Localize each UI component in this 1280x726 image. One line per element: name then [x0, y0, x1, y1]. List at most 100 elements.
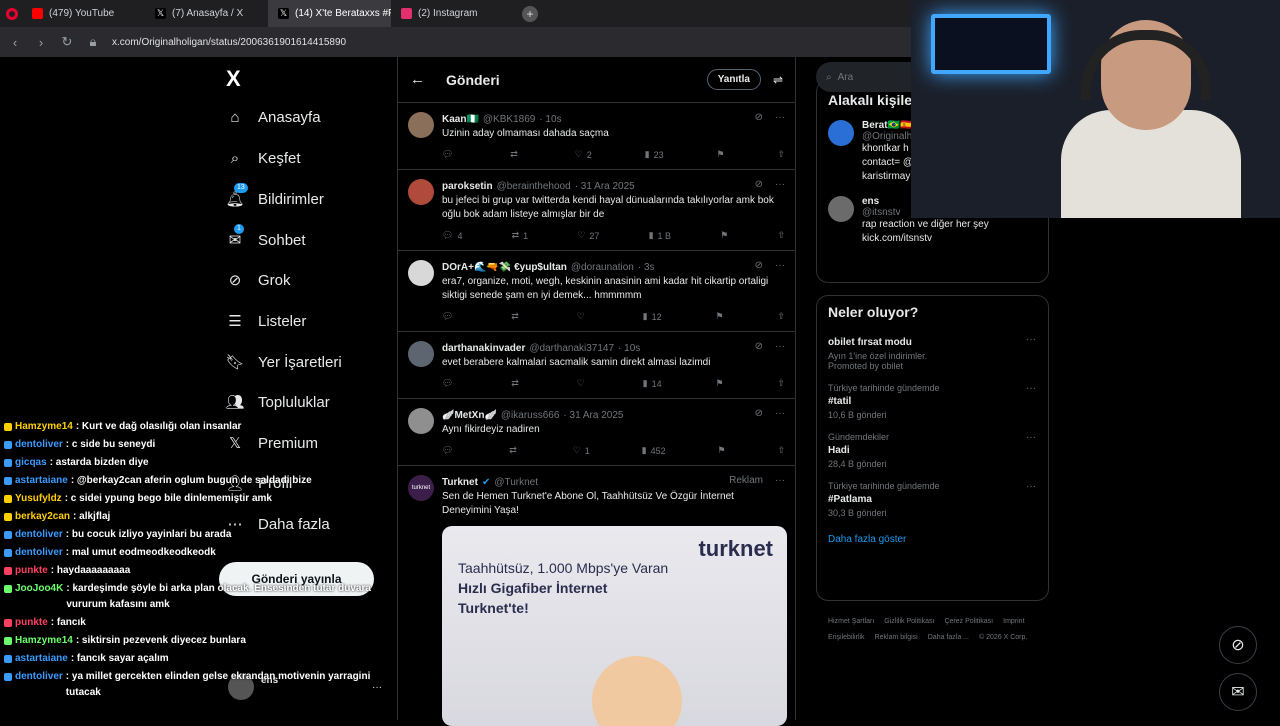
back-icon[interactable]: ‹ — [8, 35, 22, 50]
avatar[interactable] — [828, 120, 854, 146]
author-name[interactable]: Turknet — [442, 477, 478, 488]
reply-action[interactable]: 💬︎ 4 — [442, 230, 462, 241]
reply-tweet[interactable]: Kaan🇳🇬 @KBK1869 · 10s ⊘ ··· Uzinin aday olmam… — [398, 103, 795, 170]
views-action[interactable]: ▮ 12 — [643, 311, 662, 322]
bookmark-action[interactable]: ⚑ — [720, 230, 728, 241]
retweet-action[interactable]: ⇄ — [510, 149, 522, 160]
tab-x-status[interactable]: 𝕏(14) X'te Berataxxs #Free: — [268, 0, 391, 27]
footer-link[interactable]: Erişilebilirlik — [828, 630, 865, 646]
share-action[interactable]: ⇧ — [777, 230, 785, 241]
bookmark-action[interactable]: ⚑ — [715, 378, 723, 389]
retweet-action[interactable]: ⇄ — [511, 378, 523, 389]
author-name[interactable]: darthanakinvader — [442, 343, 525, 354]
views-action[interactable]: ▮ 1 B — [649, 230, 671, 241]
nav-item-3[interactable]: ✉ 1 Sohbet — [226, 224, 376, 249]
nav-item-4[interactable]: ⊘ Grok — [226, 271, 376, 290]
trend-item[interactable]: obilet fırsat modu Ayın 1'ine özel indir… — [817, 328, 1048, 377]
more-icon[interactable]: ··· — [775, 475, 785, 486]
tweet-time[interactable]: · 10s — [618, 343, 640, 354]
like-action[interactable]: ♡ — [577, 378, 589, 389]
ad-image[interactable]: turknet Taahhütsüz, 1.000 Mbps'ye Varan … — [442, 526, 787, 726]
avatar[interactable] — [828, 196, 854, 222]
footer-link[interactable]: Daha fazla ... — [928, 630, 969, 646]
author-name[interactable]: 🪽MetXn🪽 — [442, 410, 497, 421]
share-action[interactable]: ⇧ — [777, 378, 785, 389]
more-icon[interactable]: ··· — [1026, 432, 1036, 443]
author-handle[interactable]: @doraunation — [571, 262, 634, 273]
grok-icon[interactable]: ⊘ — [755, 260, 763, 271]
share-action[interactable]: ⇧ — [777, 149, 785, 160]
reply-action[interactable]: 💬︎ — [442, 311, 457, 322]
footer-link[interactable]: Hizmet Şartları — [828, 614, 874, 630]
grok-icon[interactable]: ⊘ — [755, 179, 763, 190]
nav-item-5[interactable]: ☰ Listeler — [226, 312, 376, 331]
reply-button[interactable]: Yanıtla — [706, 69, 761, 90]
tab-x-home[interactable]: 𝕏 (7) Anasayfa / X — [145, 0, 268, 27]
more-icon[interactable]: ··· — [1026, 481, 1036, 492]
author-name[interactable]: Kaan🇳🇬 — [442, 114, 479, 125]
reply-action[interactable]: 💬︎ — [442, 149, 457, 160]
tab-youtube[interactable]: (479) YouTube — [22, 0, 145, 27]
more-icon[interactable]: ··· — [775, 341, 785, 352]
x-logo-icon[interactable]: X — [226, 66, 241, 92]
ad-tweet[interactable]: turknet Turknet ✔ @Turknet Reklam ··· Sen d… — [398, 466, 795, 726]
more-icon[interactable]: ··· — [1026, 383, 1036, 394]
reply-tweet[interactable]: paroksetin @berainthehood · 31 Ara 2025 ⊘ ··… — [398, 170, 795, 251]
footer-link[interactable]: Çerez Politikası — [944, 614, 993, 630]
tweet-time[interactable]: · 3s — [638, 262, 655, 273]
avatar[interactable] — [408, 179, 434, 205]
trend-item[interactable]: Türkiye tarihinde gündemde #tatil 10,6 B… — [817, 377, 1048, 426]
footer-link[interactable]: Gizlilik Politikası — [884, 614, 934, 630]
bookmark-action[interactable]: ⚑ — [716, 149, 724, 160]
author-name[interactable]: paroksetin — [442, 181, 493, 192]
views-action[interactable]: ▮ 23 — [645, 149, 664, 160]
bookmark-action[interactable]: ⚑ — [715, 311, 723, 322]
grok-icon[interactable]: ⊘ — [755, 408, 763, 419]
reply-action[interactable]: 💬︎ — [442, 378, 457, 389]
retweet-action[interactable]: ⇄ — [509, 445, 521, 456]
avatar[interactable] — [408, 408, 434, 434]
opera-logo-icon[interactable] — [6, 7, 18, 20]
grok-icon[interactable]: ⊘ — [755, 112, 763, 123]
author-handle[interactable]: @Turknet — [494, 477, 538, 488]
show-more-link[interactable]: Daha fazla göster — [817, 524, 1048, 551]
sliders-icon[interactable]: ⇌ — [773, 73, 783, 87]
author-handle[interactable]: @darthanaki37147 — [529, 343, 614, 354]
more-icon[interactable]: ··· — [1026, 334, 1036, 345]
tweet-time[interactable]: · 10s — [539, 114, 561, 125]
grok-button[interactable]: ⊘ — [1219, 626, 1257, 664]
new-tab-button[interactable]: + — [522, 5, 538, 22]
reload-icon[interactable]: ↻ — [60, 34, 74, 50]
nav-item-1[interactable]: ⌕ Keşfet — [226, 149, 376, 167]
nav-item-7[interactable]: 👥︎ Topluluklar — [225, 393, 376, 412]
share-action[interactable]: ⇧ — [777, 445, 785, 456]
avatar[interactable] — [408, 341, 434, 367]
nav-item-6[interactable]: 🔖︎ Yer İşaretleri — [225, 353, 376, 372]
author-handle[interactable]: @berainthehood — [497, 181, 571, 192]
avatar[interactable] — [408, 260, 434, 286]
footer-link[interactable]: Reklam bilgisi — [875, 630, 918, 646]
reply-tweet[interactable]: 🪽MetXn🪽 @ikaruss666 · 31 Ara 2025 ⊘ ··· Aynı … — [398, 399, 795, 466]
avatar[interactable] — [408, 112, 434, 138]
views-action[interactable]: ▮ 14 — [643, 378, 662, 389]
person-name[interactable]: Berat🇧🇷🇪🇸 — [862, 120, 913, 131]
url-field[interactable]: x.com/Originalholigan/status/20063619016… — [112, 37, 346, 48]
forward-icon[interactable]: › — [34, 35, 48, 50]
tweet-time[interactable]: · 31 Ara 2025 — [563, 410, 623, 421]
author-handle[interactable]: @ikaruss666 — [501, 410, 560, 421]
views-action[interactable]: ▮ 452 — [642, 445, 666, 456]
back-arrow-icon[interactable]: ← — [410, 71, 434, 88]
more-icon[interactable]: ··· — [775, 260, 785, 271]
retweet-action[interactable]: ⇄ 1 — [512, 230, 529, 241]
author-name[interactable]: DOrA+🌊🔫💸 €yup$ultan — [442, 262, 567, 273]
like-action[interactable]: ♡ — [577, 311, 589, 322]
bookmark-action[interactable]: ⚑ — [718, 445, 726, 456]
share-action[interactable]: ⇧ — [777, 311, 785, 322]
retweet-action[interactable]: ⇄ — [511, 311, 523, 322]
footer-link[interactable]: © 2026 X Corp. — [979, 630, 1027, 646]
reply-action[interactable]: 💬︎ — [442, 445, 457, 456]
trend-item[interactable]: Türkiye tarihinde gündemde #Patlama 30,3… — [817, 475, 1048, 524]
trend-item[interactable]: Gündemdekiler Hadi 28,4 B gönderi ··· — [817, 426, 1048, 475]
reply-tweet[interactable]: darthanakinvader @darthanaki37147 · 10s ⊘ ··… — [398, 332, 795, 399]
nav-item-0[interactable]: ⌂ Anasayfa — [226, 108, 376, 126]
